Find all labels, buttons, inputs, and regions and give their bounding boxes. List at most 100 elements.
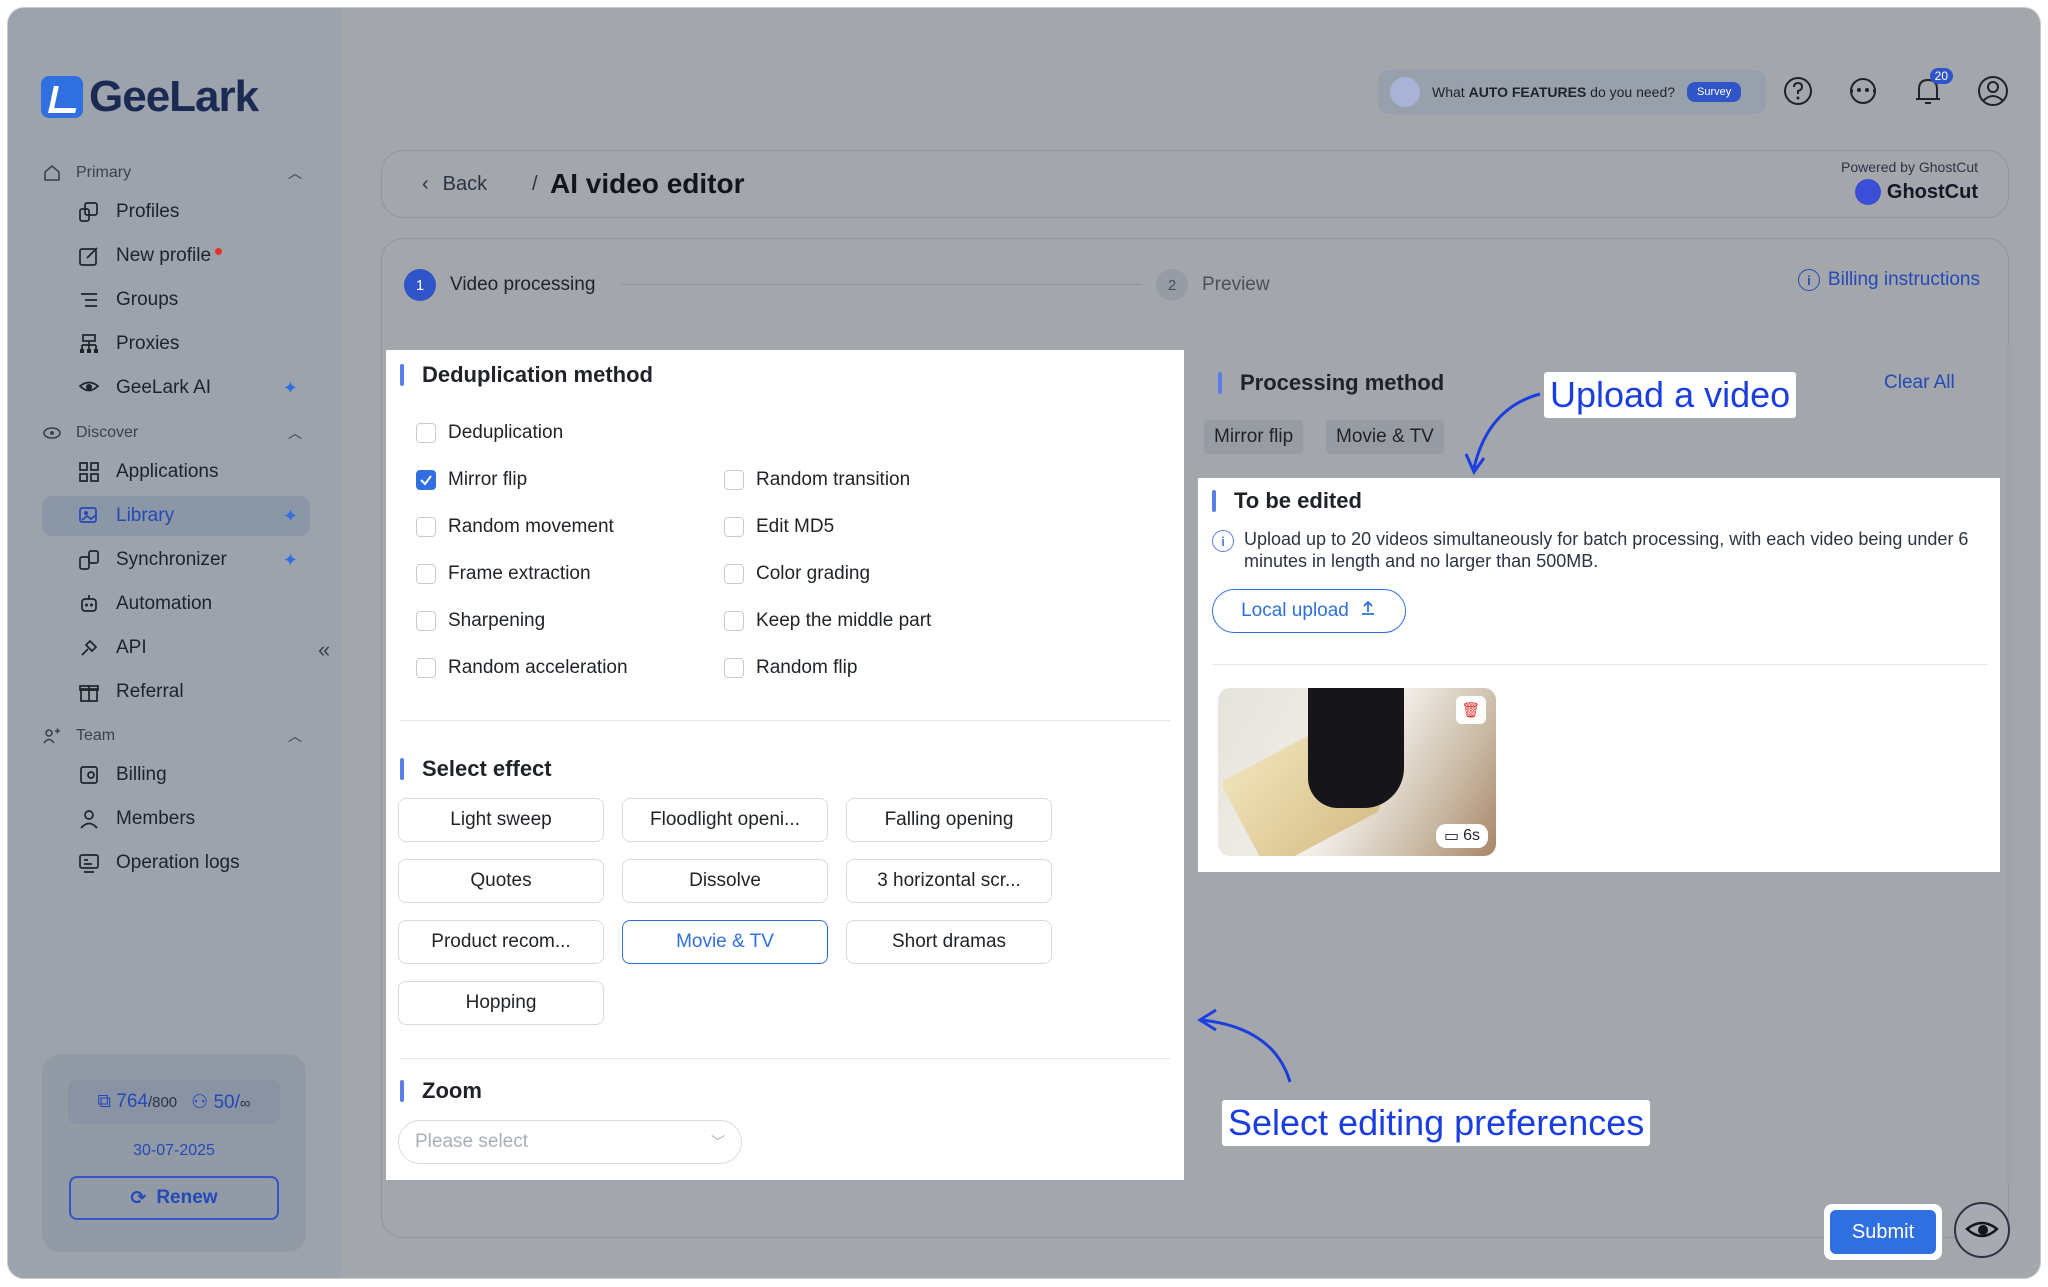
profiles-total: /800 (147, 1094, 178, 1111)
delete-icon[interactable]: 🗑 (1456, 696, 1486, 724)
pin-icon[interactable]: ✦ (283, 550, 298, 571)
step-number: 1 (404, 269, 436, 301)
section-team[interactable]: Team ︿ (42, 726, 302, 746)
processing-tag: Mirror flip (1204, 420, 1304, 454)
effect-hopping[interactable]: Hopping (398, 981, 604, 1025)
sidebar-item-automation[interactable]: Automation (42, 584, 310, 624)
sidebar-item-members[interactable]: Members (42, 799, 310, 839)
checkbox[interactable] (416, 517, 436, 537)
checkbox[interactable] (724, 470, 744, 490)
account-avatar-icon[interactable] (1976, 74, 2010, 108)
local-upload-button[interactable]: Local upload (1212, 589, 1406, 633)
support-agent-icon[interactable] (1846, 74, 1880, 108)
checkbox[interactable] (416, 658, 436, 678)
option-keep-middle-part[interactable]: Keep the middle part (724, 610, 931, 632)
effect-title: Select effect (400, 756, 552, 782)
sidebar-item-library[interactable]: Library ✦ (42, 496, 310, 536)
submit-button[interactable]: Submit (1830, 1210, 1936, 1254)
checkbox[interactable] (416, 470, 436, 490)
notification-bell-icon[interactable]: 20 (1911, 68, 1953, 108)
checkbox[interactable] (724, 517, 744, 537)
annotation-upload-video: Upload a video (1544, 372, 1797, 418)
zoom-select[interactable]: Please select ﹀ (398, 1120, 742, 1164)
option-random-transition[interactable]: Random transition (724, 469, 910, 491)
checkbox[interactable] (416, 611, 436, 631)
sidebar-item-synchronizer[interactable]: Synchronizer ✦ (42, 540, 310, 580)
video-duration-badge: ▭ 6s (1435, 824, 1488, 848)
clear-all-button[interactable]: Clear All (1884, 372, 1955, 394)
checkbox[interactable] (724, 564, 744, 584)
option-color-grading[interactable]: Color grading (724, 563, 870, 585)
sidebar-item-billing[interactable]: Billing (42, 755, 310, 795)
survey-button[interactable]: Survey (1687, 82, 1742, 102)
sidebar-item-geelark-ai[interactable]: GeeLark AI ✦ (42, 368, 310, 408)
checkbox[interactable] (416, 564, 436, 584)
survey-banner[interactable]: What AUTO FEATURES do you need? Survey (1378, 70, 1766, 114)
effect-movie-tv[interactable]: Movie & TV (622, 920, 828, 964)
section-label: Discover (76, 424, 139, 441)
plan-card: ⧉ 764/800 ⚇ 50/∞ 30-07-2025 ⟳ Renew (42, 1054, 306, 1252)
sidebar-item-referral[interactable]: Referral (42, 672, 310, 712)
option-random-movement[interactable]: Random movement (416, 516, 614, 538)
effect-floodlight-opening[interactable]: Floodlight openi... (622, 798, 828, 842)
option-random-acceleration[interactable]: Random acceleration (416, 657, 628, 679)
chat-bubble-icon (1390, 77, 1420, 107)
upload-info-text: Upload up to 20 videos simultaneously fo… (1244, 529, 1969, 571)
page-title: AI video editor (550, 168, 745, 199)
chevron-up-icon[interactable]: ︿ (288, 423, 302, 443)
effect-short-dramas[interactable]: Short dramas (846, 920, 1052, 964)
effect-product-recommendation[interactable]: Product recom... (398, 920, 604, 964)
ghostcut-icon (1854, 179, 1881, 205)
pin-icon[interactable]: ✦ (283, 506, 298, 527)
option-sharpening[interactable]: Sharpening (416, 610, 545, 632)
chevron-up-icon[interactable]: ︿ (288, 163, 302, 183)
powered-by-label: Powered by GhostCut (1841, 159, 1978, 175)
section-primary[interactable]: Primary ︿ (42, 163, 302, 183)
help-icon[interactable] (1781, 74, 1815, 108)
renew-button[interactable]: ⟳ Renew (69, 1176, 279, 1220)
step-video-processing[interactable]: 1 Video processing (404, 269, 595, 301)
back-button[interactable]: ‹ Back (422, 173, 487, 196)
step-preview[interactable]: 2 Preview (1156, 269, 1270, 301)
scrollbar[interactable] (2006, 344, 2012, 1184)
checkbox[interactable] (724, 611, 744, 631)
option-mirror-flip[interactable]: Mirror flip (416, 469, 527, 491)
sidebar-item-operation-logs[interactable]: Operation logs (42, 843, 310, 883)
option-random-flip[interactable]: Random flip (724, 657, 857, 679)
collapse-sidebar-icon[interactable]: « (318, 637, 330, 663)
option-label: Edit MD5 (756, 516, 835, 537)
option-frame-extraction[interactable]: Frame extraction (416, 563, 591, 585)
geelark-logo[interactable]: GeeLark (41, 72, 259, 122)
video-camera-icon: ▭ (1443, 828, 1460, 845)
profiles-icon: ⧉ (97, 1091, 111, 1112)
checkbox[interactable] (416, 423, 436, 443)
powered-by: Powered by GhostCut GhostCut (1841, 159, 1978, 205)
sidebar-item-groups[interactable]: Groups (42, 280, 310, 320)
team-icon (42, 726, 62, 746)
ai-assistant-icon[interactable] (1954, 1202, 2010, 1258)
info-icon: i (1797, 269, 1820, 291)
chevron-up-icon[interactable]: ︿ (288, 726, 302, 746)
section-discover[interactable]: Discover ︿ (42, 423, 302, 443)
option-deduplication[interactable]: Deduplication (416, 422, 563, 444)
sidebar-item-applications[interactable]: Applications (42, 452, 310, 492)
effect-3-horizontal-screens[interactable]: 3 horizontal scr... (846, 859, 1052, 903)
billing-instructions-link[interactable]: i Billing instructions (1797, 269, 1980, 291)
option-edit-md5[interactable]: Edit MD5 (724, 516, 834, 538)
checkbox[interactable] (724, 658, 744, 678)
members-used: 50/ (213, 1091, 240, 1113)
sidebar-item-api[interactable]: API (42, 628, 310, 668)
logs-icon (76, 850, 102, 876)
effect-falling-opening[interactable]: Falling opening (846, 798, 1052, 842)
step-number: 2 (1156, 269, 1188, 301)
sidebar-item-proxies[interactable]: Proxies (42, 324, 310, 364)
video-duration: 6s (1463, 827, 1480, 844)
effect-dissolve[interactable]: Dissolve (622, 859, 828, 903)
pin-icon[interactable]: ✦ (283, 378, 298, 399)
video-thumbnail[interactable]: 🗑 ▭ 6s (1218, 688, 1496, 856)
effect-light-sweep[interactable]: Light sweep (398, 798, 604, 842)
sidebar-item-new-profile[interactable]: New profile (42, 236, 310, 276)
sidebar-item-profiles[interactable]: Profiles (42, 192, 310, 232)
list-icon (76, 287, 102, 313)
effect-quotes[interactable]: Quotes (398, 859, 604, 903)
